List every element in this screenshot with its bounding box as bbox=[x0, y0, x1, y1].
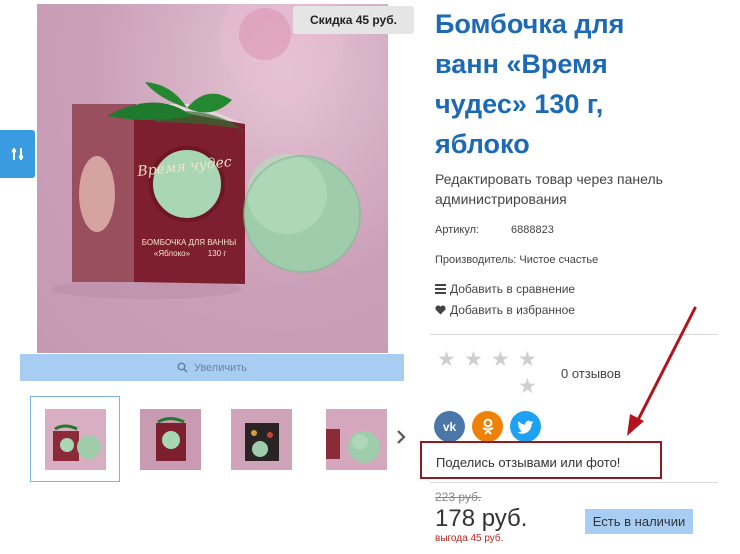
twitter-share-button[interactable] bbox=[510, 411, 541, 442]
sku-value: 6888823 bbox=[511, 224, 554, 236]
favorite-label: Добавить в избранное bbox=[450, 303, 575, 317]
compare-label: Добавить в сравнение bbox=[450, 282, 576, 296]
box-line-2: «Яблоко» bbox=[154, 249, 191, 258]
admin-edit-link[interactable]: Редактировать товар через панель админис… bbox=[435, 169, 695, 209]
filter-icon bbox=[11, 148, 23, 160]
thumbnail-strip bbox=[30, 396, 410, 482]
thumbnail-4[interactable] bbox=[311, 396, 401, 482]
thumbnail-image bbox=[230, 408, 292, 470]
product-title: Бомбочка для ванн «Время чудес» 130 г, я… bbox=[435, 9, 625, 159]
add-to-favorites-link[interactable]: Добавить в избранное bbox=[435, 303, 575, 317]
zoom-label: Увеличить bbox=[193, 361, 248, 374]
thumbnail-image bbox=[139, 408, 201, 470]
heart-icon bbox=[435, 305, 446, 315]
thumbnail-image bbox=[325, 408, 387, 470]
thumbnail-3[interactable] bbox=[216, 396, 306, 482]
ok-share-button[interactable] bbox=[472, 411, 503, 442]
thumbnail-2[interactable] bbox=[125, 396, 215, 482]
discount-badge: Скидка 45 руб. bbox=[293, 6, 414, 34]
box-line-1: БОМБОЧКА ДЛЯ ВАННЫ bbox=[142, 238, 237, 247]
savings-text: выгода 45 руб. bbox=[435, 533, 504, 544]
add-to-compare-link[interactable]: Добавить в сравнение bbox=[435, 282, 575, 296]
odnoklassniki-icon bbox=[481, 418, 494, 435]
star-icon[interactable]: ★ bbox=[518, 349, 537, 371]
star-icon[interactable]: ★ bbox=[464, 349, 483, 371]
thumbnail-1[interactable] bbox=[30, 396, 120, 482]
reviews-count[interactable]: 0 отзывов bbox=[561, 366, 621, 381]
in-stock-badge: Есть в наличии bbox=[585, 509, 693, 534]
product-main-image[interactable]: Время чудес БОМБОЧКА ДЛЯ ВАННЫ «Яблоко» … bbox=[37, 4, 388, 353]
current-price: 178 руб. bbox=[435, 505, 528, 532]
list-icon bbox=[435, 284, 446, 294]
sku-row: Артикул: 6888823 bbox=[435, 224, 554, 236]
manufacturer: Производитель: Чистое счастье bbox=[435, 254, 599, 266]
share-prompt-text: Поделись отзывами или фото! bbox=[436, 455, 621, 470]
star-icon[interactable]: ★ bbox=[437, 349, 456, 371]
vk-icon: vk bbox=[442, 419, 457, 434]
chevron-right-icon bbox=[397, 430, 406, 444]
thumbnail-image bbox=[44, 408, 106, 470]
sku-label: Артикул: bbox=[435, 224, 480, 236]
vk-share-button[interactable]: vk bbox=[434, 411, 465, 442]
box-weight: 130 г bbox=[208, 249, 227, 258]
old-price: 223 руб. bbox=[435, 490, 482, 504]
thumbnail-next-button[interactable] bbox=[393, 427, 409, 447]
twitter-bird-icon bbox=[517, 420, 534, 434]
filter-side-tab[interactable] bbox=[0, 130, 35, 178]
rating-stars[interactable]: ★ ★ ★ ★ ★ bbox=[437, 349, 541, 399]
star-icon[interactable]: ★ bbox=[518, 376, 537, 398]
product-photo-illustration: Время чудес БОМБОЧКА ДЛЯ ВАННЫ «Яблоко» … bbox=[52, 4, 361, 299]
share-review-prompt[interactable]: Поделись отзывами или фото! bbox=[420, 441, 662, 479]
magnifier-icon bbox=[177, 362, 188, 373]
star-icon[interactable]: ★ bbox=[491, 349, 510, 371]
divider bbox=[430, 482, 718, 483]
divider bbox=[430, 334, 718, 335]
zoom-button[interactable]: Увеличить bbox=[20, 354, 404, 381]
